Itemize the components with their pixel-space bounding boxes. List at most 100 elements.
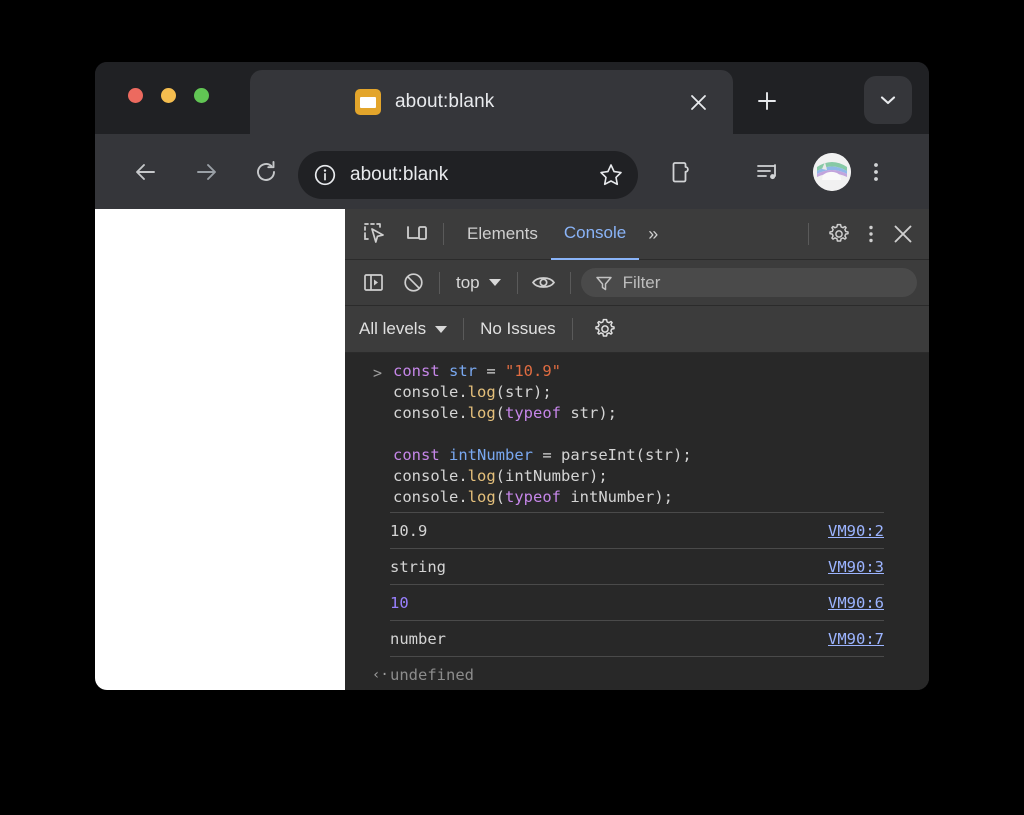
console-source-link[interactable]: VM90:2 (828, 522, 884, 540)
tab-strip: about:blank (95, 62, 929, 134)
extensions-puzzle-icon (672, 161, 689, 182)
console-source-link[interactable]: VM90:7 (828, 630, 884, 648)
bookmark-star-icon[interactable] (597, 161, 625, 189)
console-filter-divider-2 (571, 318, 573, 340)
result-arrow-icon: ‹· (372, 667, 389, 683)
tab-title: about:blank (395, 91, 495, 112)
maximize-window-button[interactable] (194, 88, 209, 103)
profile-avatar[interactable] (813, 152, 851, 191)
reload-icon (257, 160, 275, 181)
devtools-actions-divider (808, 223, 809, 245)
console-toolbar-divider-2 (516, 271, 518, 294)
devtools-menu-button[interactable] (855, 218, 887, 250)
browser-tab[interactable]: about:blank (250, 70, 733, 134)
browser-menu-button[interactable] (860, 156, 892, 188)
minimize-window-button[interactable] (161, 88, 176, 103)
console-output[interactable]: > const str = "10.9" console.log(str); con… (345, 353, 929, 690)
console-output-row: number VM90:7 (390, 620, 884, 656)
close-tab-button[interactable] (685, 89, 711, 115)
three-dot-menu-icon (874, 162, 878, 181)
console-eval-result: ‹· undefined (372, 656, 884, 690)
toggle-device-toolbar-button[interactable] (401, 218, 433, 250)
three-dot-menu-icon (869, 225, 873, 243)
console-code-line: console.log(str); (393, 383, 552, 401)
console-code-block: const str = "10.9" console.log(str); conso… (345, 361, 929, 508)
console-code-line: console.log(typeof str); (393, 404, 618, 422)
log-level-select[interactable]: All levels (359, 319, 448, 339)
reload-button[interactable] (245, 151, 287, 193)
console-code-line: const intNumber = parseInt(str); (393, 446, 692, 464)
console-filter-input[interactable]: Filter (580, 268, 917, 297)
console-code-line: console.log(intNumber); (393, 467, 608, 485)
devtools-panel: Elements Console » top Filter All levels… (345, 209, 929, 690)
screenshot-root: about:blank about:blank Elements Console… (0, 0, 1024, 815)
console-output-value: 10 (390, 593, 409, 612)
console-toolbar-divider-1 (439, 271, 440, 294)
log-level-value: All levels (359, 319, 427, 338)
console-sidebar-icon (363, 274, 383, 291)
more-panels-button[interactable]: » (639, 224, 667, 245)
console-output-value: string (390, 557, 446, 576)
console-settings-button[interactable] (589, 313, 621, 345)
tab-search-button[interactable] (864, 76, 912, 124)
clear-console-button[interactable] (397, 267, 429, 299)
new-tab-button[interactable] (750, 84, 784, 118)
create-live-expression-button[interactable] (528, 267, 560, 299)
close-icon (894, 225, 912, 243)
tab-console[interactable]: Console (550, 209, 640, 260)
console-source-link[interactable]: VM90:3 (828, 558, 884, 576)
gear-icon (829, 223, 849, 242)
devtools-header-actions (798, 209, 919, 259)
context-value: top (456, 272, 480, 292)
console-filter-divider-1 (463, 318, 465, 340)
console-output-value: 10.9 (390, 521, 428, 540)
close-window-button[interactable] (128, 88, 143, 103)
console-toolbar: top Filter (345, 260, 929, 306)
page-favicon-icon (355, 89, 381, 115)
console-result-list: 10.9 VM90:2 string VM90:3 10 VM90:6 number VM90… (345, 512, 929, 656)
forward-button[interactable] (185, 151, 227, 193)
console-filter-placeholder: Filter (622, 272, 661, 292)
extensions-button[interactable] (665, 156, 697, 188)
browser-toolbar: about:blank (95, 134, 929, 209)
console-code-line: const str = "10.9" (393, 362, 562, 380)
device-toolbar-icon (407, 226, 427, 240)
browser-window: about:blank about:blank Elements Console… (95, 62, 929, 690)
issues-status[interactable]: No Issues (480, 319, 556, 339)
clear-console-icon (403, 273, 423, 292)
address-bar-url: about:blank (350, 164, 449, 185)
javascript-context-select[interactable]: top (450, 273, 507, 293)
console-prompt-arrow: > (373, 364, 383, 382)
site-info-icon[interactable] (312, 162, 338, 188)
devtools-settings-button[interactable] (823, 218, 855, 250)
tab-elements[interactable]: Elements (454, 210, 551, 259)
live-expression-eye-icon (532, 277, 556, 288)
chevron-down-icon (435, 325, 448, 333)
page-viewport[interactable] (95, 209, 345, 690)
forward-arrow-icon (197, 163, 216, 180)
media-list-icon (757, 163, 776, 179)
close-devtools-button[interactable] (887, 218, 919, 250)
content-area: Elements Console » top Filter All levels… (95, 209, 929, 690)
media-control-button[interactable] (752, 156, 784, 188)
chevron-down-icon (488, 279, 501, 286)
back-button[interactable] (125, 151, 167, 193)
filter-funnel-icon (595, 276, 612, 290)
console-input-entry[interactable]: > const str = "10.9" console.log(str); con… (345, 353, 929, 512)
window-controls (128, 88, 209, 103)
chevron-down-icon (880, 96, 896, 105)
console-toolbar-divider-3 (569, 271, 571, 294)
inspect-element-icon (364, 223, 384, 243)
back-arrow-icon (136, 163, 155, 180)
gear-icon (594, 318, 615, 337)
inspect-element-button[interactable] (359, 218, 391, 250)
console-output-row: string VM90:3 (390, 548, 884, 584)
address-bar[interactable]: about:blank (298, 151, 638, 199)
devtools-header-divider (443, 223, 444, 245)
result-value: undefined (390, 666, 474, 684)
console-filter-bar: All levels No Issues (345, 306, 929, 353)
console-source-link[interactable]: VM90:6 (828, 594, 884, 612)
console-output-value: number (390, 629, 446, 648)
toggle-console-sidebar-button[interactable] (357, 267, 389, 299)
console-code-line: console.log(typeof intNumber); (393, 488, 673, 506)
